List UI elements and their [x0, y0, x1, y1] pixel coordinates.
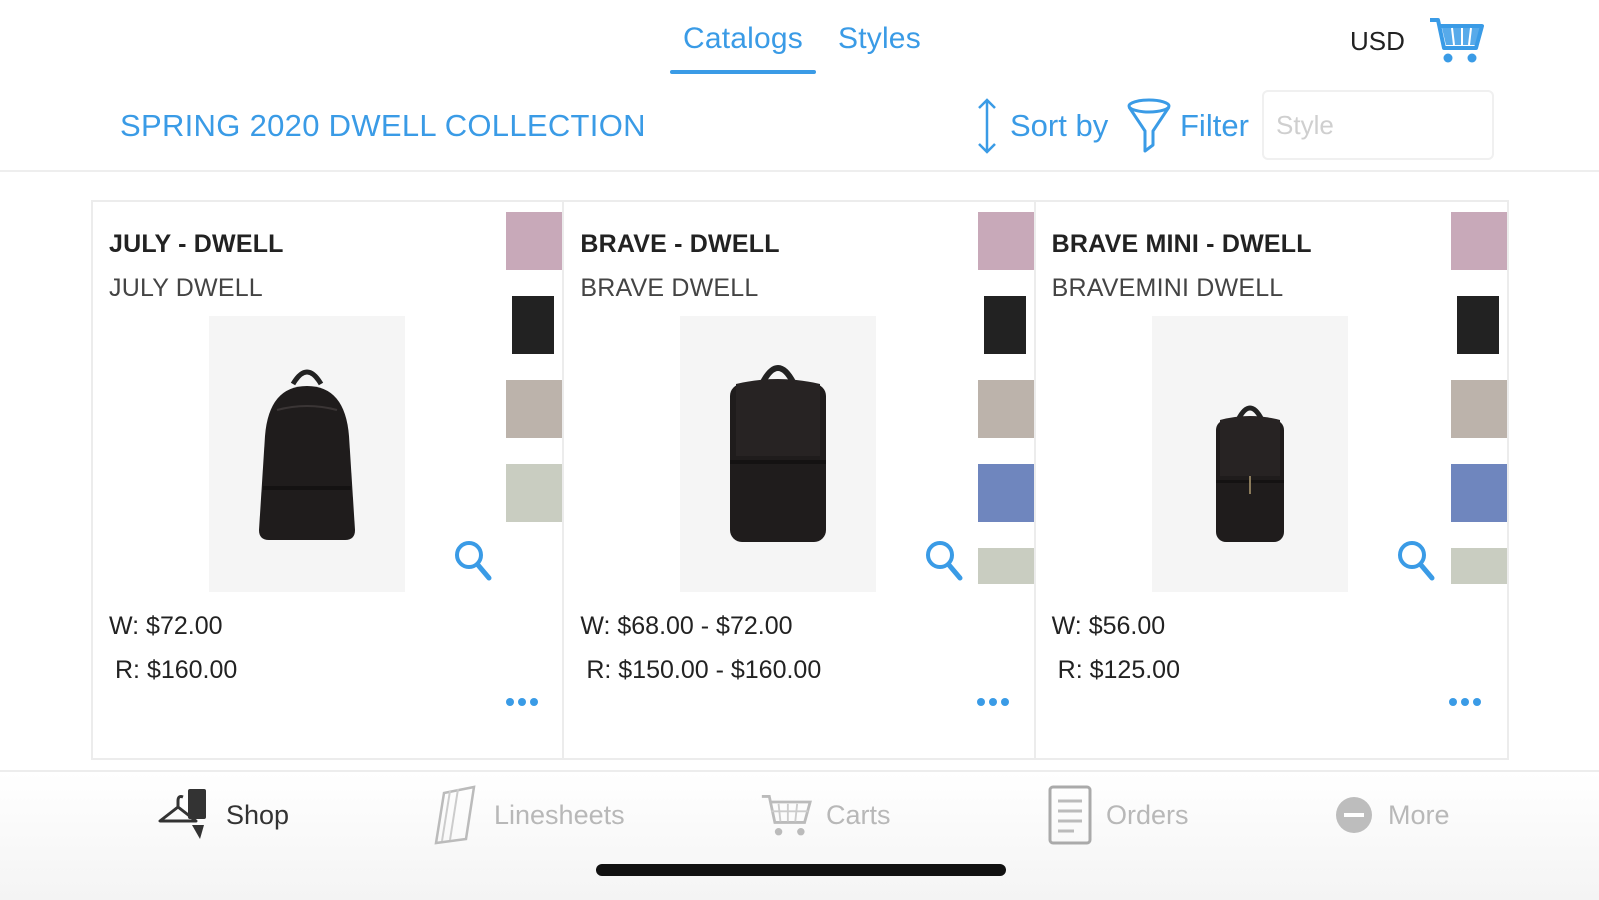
zoom-icon[interactable] — [924, 538, 964, 582]
retail-price: R: $160.00 — [115, 656, 238, 684]
product-image[interactable] — [209, 316, 405, 592]
shop-hanger-icon — [158, 789, 206, 839]
product-card[interactable]: JULY - DWELL JULY DWELL W: $72.00 R: $16… — [93, 202, 565, 758]
currency-selector[interactable]: USD — [1350, 26, 1405, 57]
more-icon — [1336, 797, 1372, 833]
backpack-image — [259, 369, 355, 540]
zoom-icon[interactable] — [1396, 538, 1436, 582]
product-title: BRAVE - DWELL — [580, 230, 780, 258]
tab-catalogs[interactable]: Catalogs — [683, 22, 803, 56]
swatch-taupe[interactable] — [1450, 380, 1507, 438]
nav-shop-label: Shop — [226, 799, 290, 830]
swatch-mauve[interactable] — [506, 212, 563, 270]
product-image[interactable] — [680, 316, 877, 592]
swatch-black[interactable] — [983, 296, 1026, 354]
retail-price: R: $125.00 — [1057, 656, 1180, 684]
active-tab-indicator — [670, 70, 816, 74]
product-card[interactable]: BRAVE MINI - DWELL BRAVEMINI DWELL W: $5… — [1035, 202, 1507, 758]
product-card[interactable]: BRAVE - DWELL BRAVE DWELL W: $68.00 - $7… — [564, 202, 1036, 758]
zoom-icon[interactable] — [453, 538, 493, 582]
swatch-sage[interactable] — [1450, 548, 1507, 584]
swatch-black[interactable] — [1456, 296, 1499, 354]
top-bar: Catalogs Styles USD — [0, 0, 1599, 80]
filter-funnel-icon — [1127, 98, 1171, 153]
nav-carts[interactable]: Carts — [760, 784, 891, 846]
sort-arrows-icon — [978, 98, 996, 154]
nav-linesheets-label: Linesheets — [494, 799, 625, 830]
cart-icon[interactable] — [1428, 14, 1484, 66]
nav-more[interactable]: More — [1334, 784, 1450, 846]
nav-carts-label: Carts — [826, 799, 891, 830]
backpack-image — [1215, 405, 1284, 542]
catalog-toolbar: SPRING 2020 DWELL COLLECTION Sort by Fil… — [0, 90, 1599, 172]
nav-orders-label: Orders — [1106, 799, 1189, 830]
tab-styles[interactable]: Styles — [838, 22, 921, 56]
product-title: JULY - DWELL — [109, 230, 284, 258]
swatch-taupe[interactable] — [506, 380, 563, 438]
more-options-icon[interactable] — [505, 692, 539, 712]
retail-price: R: $150.00 - $160.00 — [586, 656, 822, 684]
swatch-blue[interactable] — [1450, 464, 1507, 522]
cart-icon — [761, 795, 812, 836]
swatch-sage[interactable] — [977, 548, 1034, 584]
color-swatches — [974, 212, 1034, 610]
more-options-icon[interactable] — [976, 692, 1010, 712]
product-subtitle: BRAVE DWELL — [580, 274, 759, 302]
product-subtitle: BRAVEMINI DWELL — [1051, 274, 1284, 302]
nav-orders[interactable]: Orders — [1048, 784, 1189, 846]
more-options-icon[interactable] — [1448, 692, 1482, 712]
bottom-tab-bar: Shop Linesheets Carts Orders More — [0, 770, 1599, 900]
product-grid: JULY - DWELL JULY DWELL W: $72.00 R: $16… — [91, 200, 1509, 760]
collection-title[interactable]: SPRING 2020 DWELL COLLECTION — [120, 108, 646, 144]
filter-label: Filter — [1180, 108, 1249, 143]
style-search-input[interactable] — [1262, 90, 1494, 160]
nav-more-label: More — [1388, 799, 1450, 830]
filter-button[interactable]: Filter — [1126, 96, 1249, 156]
sort-label: Sort by — [1010, 108, 1109, 143]
sort-button[interactable]: Sort by — [976, 96, 1108, 156]
backpack-image — [730, 365, 827, 542]
product-subtitle: JULY DWELL — [109, 274, 263, 302]
swatch-black[interactable] — [512, 296, 555, 354]
home-indicator — [596, 864, 1006, 876]
swatch-blue[interactable] — [977, 464, 1034, 522]
color-swatches — [1447, 212, 1507, 610]
wholesale-price: W: $72.00 — [109, 612, 223, 640]
product-image[interactable] — [1151, 316, 1348, 592]
nav-linesheets[interactable]: Linesheets — [430, 784, 625, 846]
swatch-taupe[interactable] — [977, 380, 1034, 438]
swatch-sage[interactable] — [506, 464, 563, 522]
nav-shop[interactable]: Shop — [156, 784, 289, 846]
color-swatches — [502, 212, 563, 548]
swatch-mauve[interactable] — [1450, 212, 1507, 270]
linesheets-icon — [434, 785, 476, 845]
swatch-mauve[interactable] — [977, 212, 1034, 270]
product-title: BRAVE MINI - DWELL — [1051, 230, 1312, 258]
orders-icon — [1048, 785, 1092, 845]
wholesale-price: W: $68.00 - $72.00 — [580, 612, 793, 640]
wholesale-price: W: $56.00 — [1051, 612, 1166, 640]
